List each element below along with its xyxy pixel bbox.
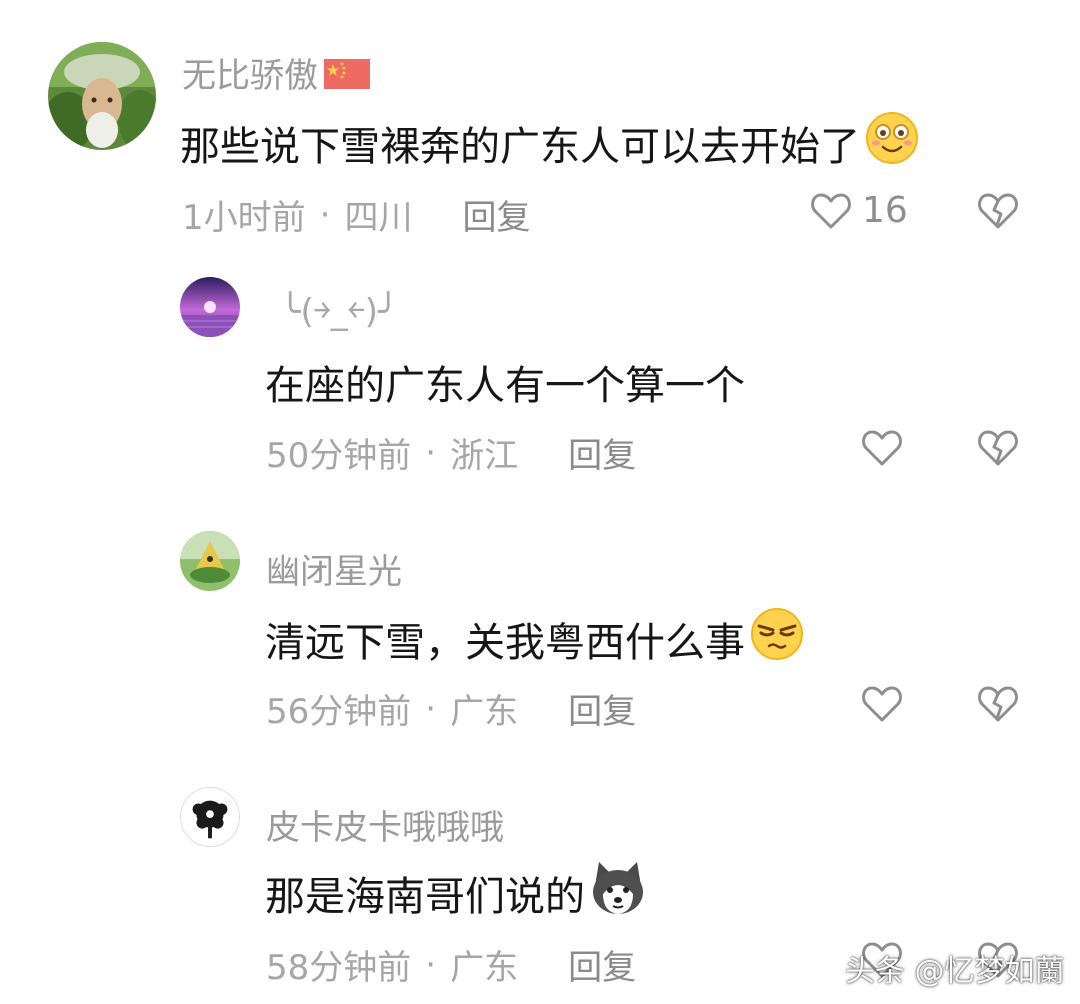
avatar[interactable] (180, 531, 240, 591)
reply-button[interactable]: 回复 (568, 940, 636, 989)
avatar[interactable] (180, 277, 240, 337)
comment-text: 那些说下雪裸奔的广东人可以去开始了 (180, 110, 920, 176)
husky-dog-emoji (589, 860, 647, 926)
reply-button[interactable]: 回复 (568, 684, 636, 733)
broken-heart-icon (978, 193, 1018, 229)
dislike-button[interactable] (977, 191, 1019, 231)
dislike-button[interactable] (977, 684, 1019, 724)
dislike-button[interactable] (977, 428, 1019, 468)
china-flag-icon (324, 58, 370, 98)
comment-username[interactable]: 幽闭星光 (266, 544, 402, 593)
broken-heart-icon (978, 686, 1018, 722)
comment-username[interactable]: 皮卡皮卡哦哦哦 (266, 800, 504, 849)
comment-meta: 50分钟前 · 浙江 回复 (266, 428, 636, 477)
comment-text: 在座的广东人有一个算一个 (265, 363, 745, 409)
broken-heart-icon (978, 430, 1018, 466)
comment-username[interactable]: ╰(￫_￩)╯ (280, 284, 398, 333)
reply-button[interactable]: 回复 (568, 428, 636, 477)
avatar[interactable] (48, 42, 156, 150)
comment-meta: 56分钟前 · 广东 回复 (266, 684, 636, 733)
avatar[interactable] (180, 787, 240, 847)
comment-username[interactable]: 无比骄傲 (182, 48, 370, 98)
comment-text: 那是海南哥们说的 (265, 860, 647, 926)
like-button[interactable] (810, 191, 852, 231)
smug-emoji (749, 606, 805, 672)
like-count: 16 (862, 190, 908, 231)
comment-meta: 1小时前 · 四川 回复 (182, 190, 530, 239)
like-button[interactable] (861, 428, 903, 468)
smile-emoji (864, 110, 920, 176)
heart-icon (862, 430, 902, 466)
watermark: 头条 @忆梦如蘭 (845, 954, 1065, 989)
comment-text: 清远下雪，关我粤西什么事 (265, 606, 805, 672)
like-button[interactable] (861, 684, 903, 724)
comment-meta: 58分钟前 · 广东 回复 (266, 940, 636, 989)
heart-icon (862, 686, 902, 722)
reply-button[interactable]: 回复 (462, 190, 530, 239)
heart-icon (811, 193, 851, 229)
